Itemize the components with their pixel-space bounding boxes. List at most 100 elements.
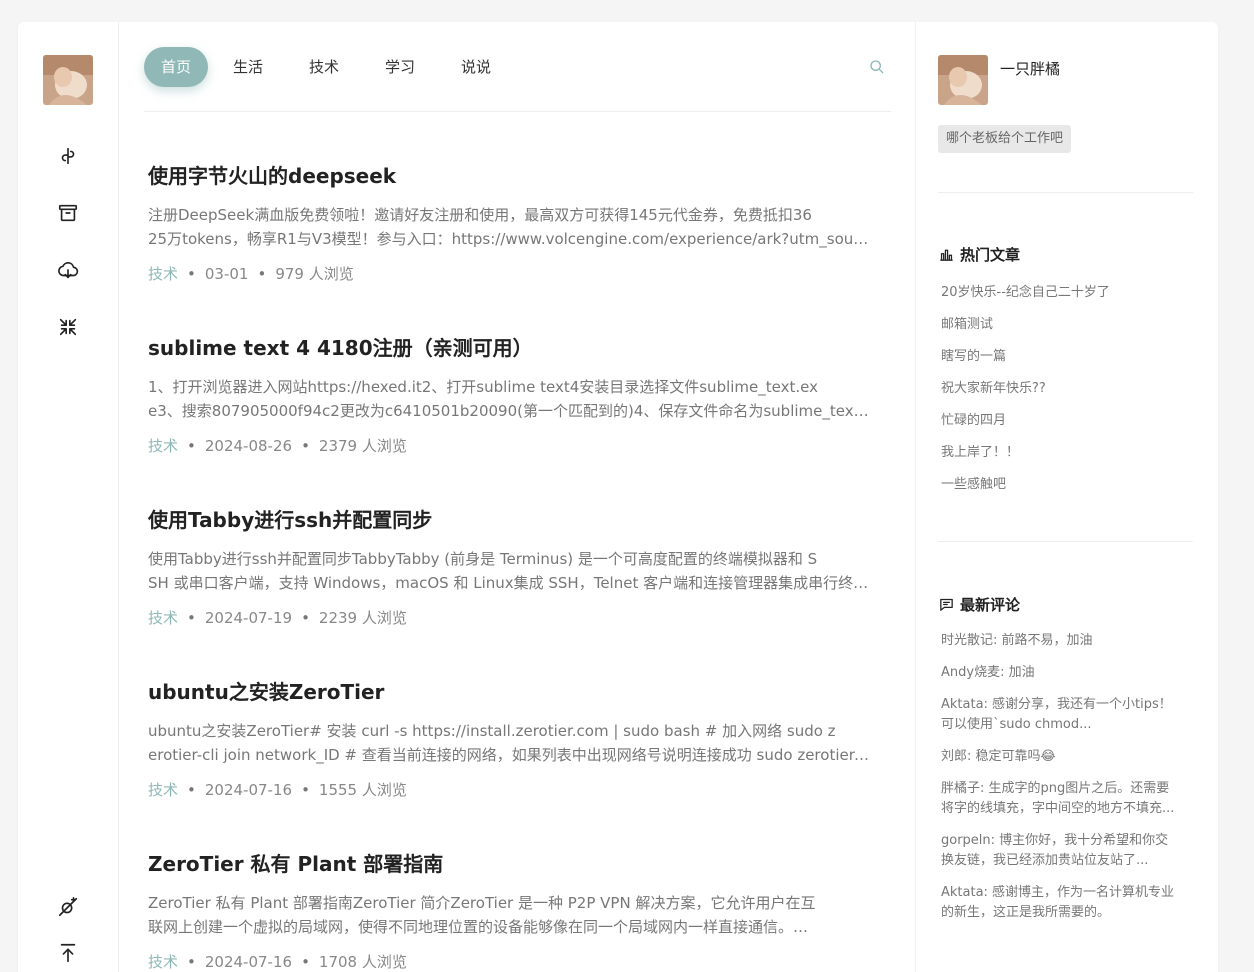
hot-post-item[interactable]: 我上岸了！！ (941, 445, 1110, 477)
post-views: 2239 人浏览 (318, 609, 407, 627)
post-title[interactable]: 使用Tabby进行ssh并配置同步 (148, 504, 878, 533)
comment-item[interactable]: Andy烧麦: 加油 (941, 663, 1196, 683)
post-excerpt: 1、打开浏览器进入网站https://hexed.it2、打开sublime t… (148, 375, 872, 423)
tab-tech[interactable]: 技术 (309, 47, 339, 87)
post-title[interactable]: sublime text 4 4180注册（亲测可用） (148, 332, 878, 361)
avatar[interactable] (43, 55, 93, 105)
hot-post-item[interactable]: 瞎写的一篇 (941, 349, 1110, 381)
post-views: 2379 人浏览 (318, 437, 407, 455)
post-meta: 技术 • 2024-07-16 • 1555 人浏览 (148, 781, 407, 799)
post-meta: 技术 • 03-01 • 979 人浏览 (148, 265, 354, 283)
post-excerpt: ubuntu之安装ZeroTier# 安装 curl -s https://in… (148, 719, 872, 767)
post-category[interactable]: 技术 (148, 265, 178, 283)
comment-line: 换友链，我已经添加贵站位友站了... (941, 853, 1149, 868)
post-date: 2024-07-16 (204, 781, 293, 799)
post-excerpt: ZeroTier 私有 Plant 部署指南ZeroTier 简介ZeroTie… (148, 891, 872, 939)
hot-post-item[interactable]: 邮箱测试 (941, 317, 1110, 349)
author-name: 一只胖橘 (1000, 60, 1061, 78)
tab-life[interactable]: 生活 (233, 47, 263, 87)
comment-item[interactable]: 胖橘子: 生成字的png图片之后。还需要 将字的线填充，字中间空的地方不填充... (941, 779, 1196, 819)
excerpt-line: 注册DeepSeek满血版免费领啦！邀请好友注册和使用，最高双方可获得145元代… (148, 206, 812, 224)
excerpt-line: erotier-cli join network_ID # 查看当前连接的网络，… (148, 746, 872, 764)
post-views: 1708 人浏览 (318, 953, 407, 971)
excerpt-line: ZeroTier 私有 Plant 部署指南ZeroTier 简介ZeroTie… (148, 894, 816, 912)
post-category[interactable]: 技术 (148, 953, 178, 971)
comment-item[interactable]: Aktata: 感谢分享，我还有一个小tips！ 可以使用`sudo chmod.… (941, 695, 1196, 735)
cloud-icon[interactable] (54, 256, 82, 284)
comment-line: 胖橘子: 生成字的png图片之后。还需要 (941, 781, 1170, 796)
hot-posts-label: 热门文章 (960, 246, 1021, 264)
divider (938, 541, 1193, 542)
hot-post-item[interactable]: 祝大家新年快乐?? (941, 381, 1110, 413)
post-category[interactable]: 技术 (148, 609, 178, 627)
post-meta: 技术 • 2024-07-16 • 1708 人浏览 (148, 953, 407, 971)
hot-posts-title: 热门文章 (938, 244, 1020, 265)
comment-line: 时光散记: 前路不易，加油 (941, 633, 1093, 648)
excerpt-line: ubuntu之安装ZeroTier# 安装 curl -s https://in… (148, 722, 836, 740)
left-rail (18, 22, 119, 972)
comment-line: 可以使用`sudo chmod... (941, 717, 1092, 732)
post-date: 2024-07-16 (204, 953, 293, 971)
archive-icon[interactable] (54, 199, 82, 227)
comment-line: Aktata: 感谢分享，我还有一个小tips！ (941, 697, 1172, 712)
comment-line: Andy烧麦: 加油 (941, 665, 1035, 680)
post-date: 2024-07-19 (204, 609, 293, 627)
post-meta: 技术 • 2024-07-19 • 2239 人浏览 (148, 609, 407, 627)
comment-line: Aktata: 感谢博主，作为一名计算机专业 (941, 885, 1175, 900)
recent-comments-list: 时光散记: 前路不易，加油 Andy烧麦: 加油 Aktata: 感谢分享，我还… (941, 631, 1196, 935)
comment-item[interactable]: gorpeln: 博主你好，我十分希望和你交 换友链，我已经添加贵站位友站了... (941, 831, 1196, 871)
post-item: 使用Tabby进行ssh并配置同步 使用Tabby进行ssh并配置同步Tabby… (148, 504, 878, 628)
post-item: 使用字节火山的deepseek 注册DeepSeek满血版免费领啦！邀请好友注册… (148, 160, 878, 284)
excerpt-line: SH 或串口客户端，支持 Windows，macOS 和 Linux集成 SSH… (148, 574, 872, 592)
hot-post-item[interactable]: 忙碌的四月 (941, 413, 1110, 445)
post-title[interactable]: 使用字节火山的deepseek (148, 160, 878, 189)
author-tag: 哪个老板给个工作吧 (938, 125, 1072, 153)
post-item: sublime text 4 4180注册（亲测可用） 1、打开浏览器进入网站h… (148, 332, 878, 456)
post-title[interactable]: ZeroTier 私有 Plant 部署指南 (148, 848, 878, 877)
post-category[interactable]: 技术 (148, 781, 178, 799)
post-category[interactable]: 技术 (148, 437, 178, 455)
author-avatar[interactable] (938, 55, 988, 105)
tab-home[interactable]: 首页 (144, 47, 208, 87)
comment-item[interactable]: Aktata: 感谢博主，作为一名计算机专业 的新生，这正是我所需要的。 (941, 883, 1196, 923)
post-title[interactable]: ubuntu之安装ZeroTier (148, 676, 878, 705)
excerpt-line: 使用Tabby进行ssh并配置同步TabbyTabby (前身是 Terminu… (148, 550, 818, 568)
link-icon[interactable] (54, 142, 82, 170)
comment-line: 的新生，这正是我所需要的。 (941, 905, 1111, 920)
post-excerpt: 注册DeepSeek满血版免费领啦！邀请好友注册和使用，最高双方可获得145元代… (148, 203, 872, 251)
post-date: 2024-08-26 (204, 437, 293, 455)
post-item: ubuntu之安装ZeroTier ubuntu之安装ZeroTier# 安装 … (148, 676, 878, 800)
theme-toggle-icon[interactable] (54, 893, 82, 921)
post-views: 979 人浏览 (275, 265, 354, 283)
back-to-top-icon[interactable] (54, 939, 82, 967)
post-meta: 技术 • 2024-08-26 • 2379 人浏览 (148, 437, 407, 455)
excerpt-line: 25万tokens，畅享R1与V3模型！参与入口：https://www.vol… (148, 230, 872, 248)
excerpt-line: e3、搜索807905000f94c2更改为c6410501b20090(第一个… (148, 402, 872, 420)
post-views: 1555 人浏览 (318, 781, 407, 799)
post-date: 03-01 (204, 265, 249, 283)
comment-line: 刘郎: 稳定可靠吗😂 (941, 749, 1056, 764)
post-excerpt: 使用Tabby进行ssh并配置同步TabbyTabby (前身是 Terminu… (148, 547, 872, 595)
recent-comments-title: 最新评论 (938, 594, 1020, 615)
main-content: 首页 生活 技术 学习 说说 使用字节火山的deepseek 注册DeepSee… (119, 22, 916, 972)
right-sidebar: 一只胖橘 哪个老板给个工作吧 热门文章 20岁快乐--纪念自己二十岁了 邮箱测试… (916, 22, 1218, 972)
comment-icon (940, 598, 953, 611)
search-icon[interactable] (869, 59, 887, 77)
hot-post-item[interactable]: 20岁快乐--纪念自己二十岁了 (941, 285, 1110, 317)
bar-chart-icon (940, 249, 953, 261)
divider (938, 192, 1193, 193)
excerpt-line: 联网上创建一个虚拟的局域网，使得不同地理位置的设备能够像在同一个局域网内一样直接… (148, 918, 809, 936)
hot-post-item[interactable]: 一些感触吧 (941, 477, 1110, 509)
hot-posts-list: 20岁快乐--纪念自己二十岁了 邮箱测试 瞎写的一篇 祝大家新年快乐?? 忙碌的… (941, 285, 1110, 509)
tab-talk[interactable]: 说说 (461, 47, 491, 87)
page-frame: 首页 生活 技术 学习 说说 使用字节火山的deepseek 注册DeepSee… (18, 22, 1218, 972)
excerpt-line: 1、打开浏览器进入网站https://hexed.it2、打开sublime t… (148, 378, 818, 396)
shrink-icon[interactable] (54, 313, 82, 341)
comment-item[interactable]: 刘郎: 稳定可靠吗😂 (941, 747, 1196, 767)
recent-comments-label: 最新评论 (960, 596, 1021, 614)
top-nav: 首页 生活 技术 学习 说说 (144, 47, 891, 112)
post-item: ZeroTier 私有 Plant 部署指南 ZeroTier 私有 Plant… (148, 848, 878, 972)
comment-line: gorpeln: 博主你好，我十分希望和你交 (941, 833, 1169, 848)
comment-item[interactable]: 时光散记: 前路不易，加油 (941, 631, 1196, 651)
tab-study[interactable]: 学习 (385, 47, 415, 87)
